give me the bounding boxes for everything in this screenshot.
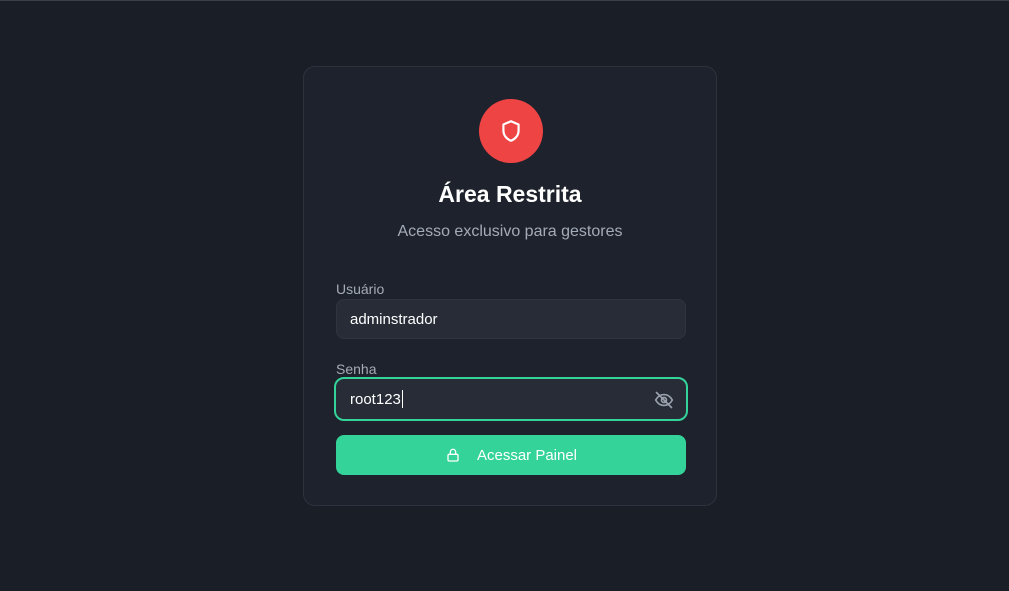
- page-title: Área Restrita: [438, 181, 582, 207]
- eye-off-icon[interactable]: [654, 390, 674, 410]
- submit-button[interactable]: Acessar Painel: [336, 435, 686, 475]
- password-label: Senha: [336, 361, 377, 377]
- lock-icon: [447, 448, 459, 462]
- username-value: adminstrador: [350, 310, 438, 328]
- username-label: Usuário: [336, 281, 385, 297]
- submit-label: Acessar Painel: [476, 446, 578, 464]
- password-input[interactable]: root123: [334, 377, 688, 421]
- shield-badge: [479, 99, 543, 163]
- window-top-border: [0, 0, 1009, 1]
- page-subtitle: Acesso exclusivo para gestores: [397, 223, 623, 240]
- username-input[interactable]: adminstrador: [336, 299, 686, 339]
- text-caret: [401, 390, 403, 408]
- login-card: Área Restrita Acesso exclusivo para gest…: [303, 66, 717, 506]
- shield-icon: [502, 120, 520, 142]
- password-value: root123: [350, 390, 401, 408]
